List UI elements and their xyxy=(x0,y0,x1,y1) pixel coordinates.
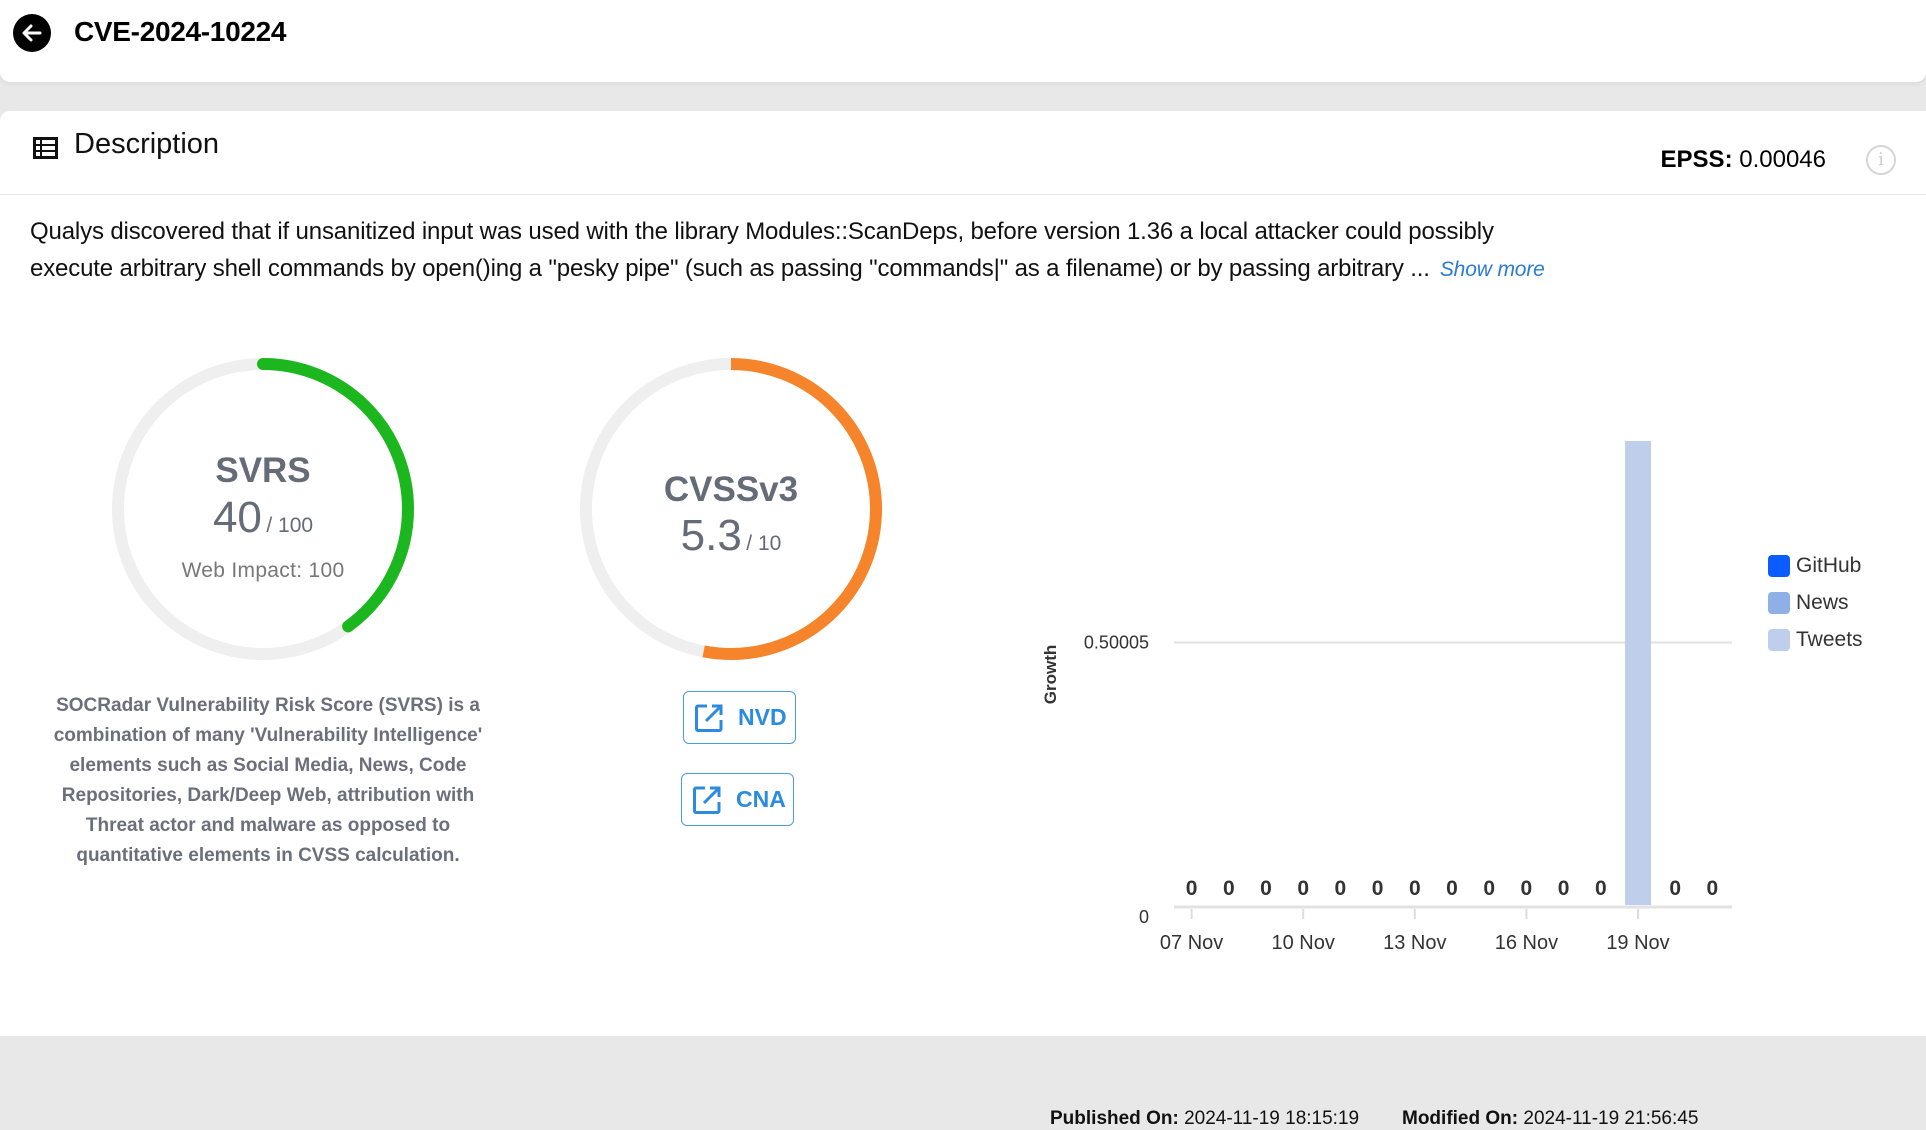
legend-swatch xyxy=(1768,628,1790,651)
back-button[interactable] xyxy=(13,14,51,52)
chart-legend: GitHub News Tweets xyxy=(1768,547,1863,658)
published-label: Published On: xyxy=(1050,1108,1179,1129)
y-tick-label: 0.50005 xyxy=(1084,633,1149,653)
growth-chart-svg: 00.500051.000100000000000010007 Nov10 No… xyxy=(1041,441,1732,954)
legend-label: Tweets xyxy=(1796,627,1863,651)
svrs-score-line: 40 / 100 xyxy=(108,493,418,543)
cvss-gauge: CVSSv3 5.3 / 10 xyxy=(576,354,886,664)
legend-item-tweets[interactable]: Tweets xyxy=(1768,621,1863,658)
svrs-gauge: SVRS 40 / 100 Web Impact: 100 xyxy=(108,354,418,664)
data-label: 0 xyxy=(1446,877,1458,900)
data-label: 0 xyxy=(1409,877,1421,900)
data-label: 0 xyxy=(1260,877,1272,900)
list-icon xyxy=(33,137,58,159)
top-bar: CVE-2024-10224 xyxy=(0,0,1926,82)
svrs-score: 40 xyxy=(212,493,262,542)
legend-item-news[interactable]: News xyxy=(1768,584,1863,621)
data-label: 0 xyxy=(1558,877,1570,900)
x-tick-label: 16 Nov xyxy=(1495,932,1558,954)
svrs-title: SVRS xyxy=(215,451,311,490)
data-label: 0 xyxy=(1372,877,1384,900)
web-impact: Web Impact: 100 xyxy=(181,559,345,582)
y-tick-label: 0 xyxy=(1139,907,1149,927)
nvd-link-button[interactable]: NVD xyxy=(683,691,796,744)
published-value: 2024-11-19 18:15:19 xyxy=(1184,1108,1360,1129)
data-label: 0 xyxy=(1335,877,1347,900)
cvss-max: / 10 xyxy=(746,532,782,555)
legend-label: GitHub xyxy=(1796,553,1862,577)
epss-score: EPSS: 0.00046 xyxy=(1661,146,1826,174)
description-card: Description EPSS: 0.00046 i Qualys disco… xyxy=(0,111,1926,1129)
legend-item-github[interactable]: GitHub xyxy=(1768,547,1863,584)
bar-tweets xyxy=(1625,441,1651,905)
modified-on: Modified On: 2024-11-19 21:56:45 xyxy=(1402,1108,1698,1130)
x-tick-label: 07 Nov xyxy=(1160,932,1223,954)
published-on: Published On: 2024-11-19 18:15:19 xyxy=(1050,1108,1359,1130)
arrow-left-icon xyxy=(22,24,42,42)
y-axis-label: Growth xyxy=(1041,645,1060,705)
card-header: Description EPSS: 0.00046 i xyxy=(0,111,1926,195)
data-label: 0 xyxy=(1297,877,1309,900)
cvss-title: CVSSv3 xyxy=(663,470,799,509)
external-link-icon xyxy=(695,704,723,732)
epss-label: EPSS: xyxy=(1660,146,1733,173)
x-tick-label: 13 Nov xyxy=(1383,932,1446,954)
data-label: 0 xyxy=(1483,877,1495,900)
legend-label: News xyxy=(1796,590,1849,614)
data-label: 0 xyxy=(1223,877,1235,900)
cna-label: CNA xyxy=(736,786,786,812)
info-icon[interactable]: i xyxy=(1866,145,1896,175)
description-body: Qualys discovered that if unsanitized in… xyxy=(30,218,1494,282)
section-title: Description xyxy=(74,128,220,160)
modified-value: 2024-11-19 21:56:45 xyxy=(1523,1108,1699,1129)
legend-swatch xyxy=(1768,554,1790,577)
cvss-score-line: 5.3 / 10 xyxy=(576,511,886,561)
svrs-max: / 100 xyxy=(266,514,314,537)
x-tick-label: 19 Nov xyxy=(1606,932,1669,954)
data-label: 0 xyxy=(1595,877,1607,900)
legend-swatch xyxy=(1768,591,1790,614)
cvss-score: 5.3 xyxy=(680,511,742,560)
modified-label: Modified On: xyxy=(1402,1108,1519,1129)
external-link-icon xyxy=(693,786,721,814)
data-label: 0 xyxy=(1521,877,1533,900)
cna-link-button[interactable]: CNA xyxy=(681,773,794,826)
data-label: 0 xyxy=(1707,877,1719,900)
data-label: 0 xyxy=(1669,877,1681,900)
epss-value: 0.00046 xyxy=(1739,146,1826,173)
data-label: 0 xyxy=(1186,877,1198,900)
svrs-explanation: SOCRadar Vulnerability Risk Score (SVRS)… xyxy=(53,695,483,866)
nvd-label: NVD xyxy=(738,704,787,730)
x-tick-label: 10 Nov xyxy=(1272,932,1335,954)
growth-chart: 00.500051.000100000000000010007 Nov10 No… xyxy=(1000,441,1926,1001)
description-text: Qualys discovered that if unsanitized in… xyxy=(30,213,1550,288)
page-title: CVE-2024-10224 xyxy=(74,16,287,47)
show-more-link[interactable]: Show more xyxy=(1440,258,1545,281)
